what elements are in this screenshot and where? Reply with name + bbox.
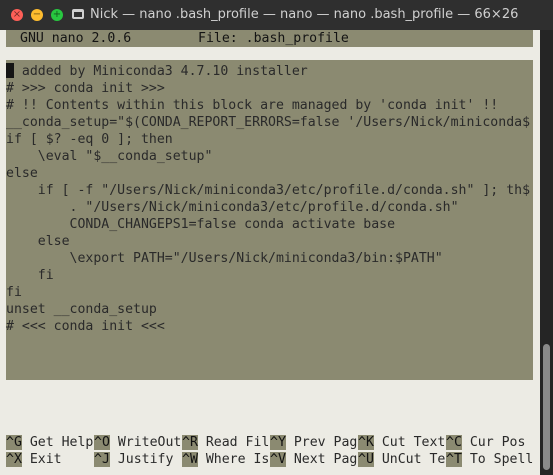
shortcut-key: ^Y — [270, 435, 286, 450]
shortcut-label: Where Is — [205, 452, 270, 467]
shortcut-spacer — [462, 435, 470, 450]
editor-line[interactable]: fi — [6, 284, 22, 301]
shortcut-label: Cut Text — [381, 435, 446, 450]
shortcut-label: Next Pag — [293, 452, 358, 467]
title-bar[interactable]: × − + Nick — nano .bash_profile — nano —… — [0, 0, 553, 31]
shortcut-row1-0[interactable]: ^G Get Help — [6, 434, 93, 451]
terminal-content[interactable]: GNU nano 2.0.6 File: .bash_profile # add… — [0, 30, 540, 475]
editor-line[interactable]: if [ $? -eq 0 ]; then — [6, 131, 173, 148]
shortcut-key: ^K — [358, 435, 374, 450]
shortcut-row2-0[interactable]: ^X Exit — [6, 451, 62, 468]
shortcut-spacer — [286, 435, 294, 450]
editor-line[interactable]: CONDA_CHANGEPS1=false conda activate bas… — [6, 216, 396, 233]
shortcut-spacer — [374, 452, 382, 467]
shortcut-label: Cur Pos — [469, 435, 526, 450]
editor-line[interactable]: # added by Miniconda3 4.7.10 installer — [6, 63, 308, 80]
file-name: File: .bash_profile — [198, 31, 349, 46]
shortcut-label: Prev Pag — [293, 435, 358, 450]
shortcut-key: ^J — [94, 452, 110, 467]
editor-line[interactable]: # <<< conda init <<< — [6, 318, 165, 335]
editor-line[interactable]: if [ -f "/Users/Nick/miniconda3/etc/prof… — [6, 182, 530, 199]
maximize-icon: + — [52, 9, 62, 20]
shortcut-key: ^R — [182, 435, 198, 450]
minimize-button[interactable]: − — [31, 9, 43, 21]
editor-line[interactable]: # >>> conda init >>> — [6, 80, 165, 97]
window-title: Nick — nano .bash_profile — nano — nano … — [90, 7, 519, 22]
shortcut-spacer — [110, 452, 118, 467]
shortcut-key: ^V — [270, 452, 286, 467]
shortcut-spacer — [462, 452, 470, 467]
shortcut-row2-4[interactable]: ^U UnCut Te — [358, 451, 445, 468]
editor-line[interactable]: unset __conda_setup — [6, 301, 157, 318]
scrollbar[interactable] — [540, 30, 553, 475]
shortcut-key: ^X — [6, 452, 22, 467]
shortcut-label: Justify — [117, 452, 174, 467]
shortcut-spacer — [22, 435, 30, 450]
shortcut-label: Exit — [29, 452, 62, 467]
maximize-button[interactable]: + — [51, 9, 63, 21]
shortcut-spacer — [110, 435, 118, 450]
editor-line[interactable]: else — [6, 165, 38, 182]
shortcut-key: ^G — [6, 435, 22, 450]
scrollbar-thumb[interactable] — [543, 344, 550, 470]
shortcut-label: To Spell — [469, 452, 534, 467]
editor-line[interactable]: \export PATH="/Users/Nick/miniconda3/bin… — [6, 250, 443, 267]
minimize-icon: − — [32, 9, 42, 20]
shortcut-spacer — [22, 452, 30, 467]
shortcut-key: ^W — [182, 452, 198, 467]
shortcut-row1-5[interactable]: ^C Cur Pos — [446, 434, 525, 451]
shortcut-label: WriteOut — [117, 435, 182, 450]
shortcut-row1-2[interactable]: ^R Read Fil — [182, 434, 269, 451]
shortcut-label: UnCut Te — [381, 452, 446, 467]
editor-line[interactable]: . "/Users/Nick/miniconda3/etc/profile.d/… — [6, 199, 459, 216]
text-cursor — [6, 63, 14, 78]
shortcut-key: ^C — [446, 435, 462, 450]
nano-version: GNU nano 2.0.6 — [20, 31, 132, 46]
editor-line[interactable]: else — [6, 233, 70, 250]
shortcut-row2-3[interactable]: ^V Next Pag — [270, 451, 357, 468]
shortcut-key: ^T — [446, 452, 462, 467]
shortcut-spacer — [374, 435, 382, 450]
editor-line[interactable]: __conda_setup="$(CONDA_REPORT_ERRORS=fal… — [6, 114, 530, 131]
shortcut-row1-1[interactable]: ^O WriteOut — [94, 434, 181, 451]
shortcut-row2-1[interactable]: ^J Justify — [94, 451, 173, 468]
shortcut-spacer — [198, 452, 206, 467]
folder-icon — [72, 9, 84, 19]
shortcut-row2-2[interactable]: ^W Where Is — [182, 451, 269, 468]
editor-line[interactable]: \eval "$__conda_setup" — [6, 148, 213, 165]
close-button[interactable]: × — [11, 9, 23, 21]
shortcut-label: Read Fil — [205, 435, 270, 450]
terminal-window: × − + Nick — nano .bash_profile — nano —… — [0, 0, 553, 475]
shortcut-spacer — [286, 452, 294, 467]
shortcut-label: Get Help — [29, 435, 94, 450]
shortcut-row1-3[interactable]: ^Y Prev Pag — [270, 434, 357, 451]
shortcut-spacer — [198, 435, 206, 450]
nano-header: GNU nano 2.0.6 File: .bash_profile — [6, 30, 533, 47]
shortcut-key: ^U — [358, 452, 374, 467]
shortcut-key: ^O — [94, 435, 110, 450]
editor-line[interactable]: # !! Contents within this block are mana… — [6, 97, 498, 114]
editor-line[interactable]: fi — [6, 267, 54, 284]
close-icon: × — [12, 9, 22, 20]
shortcut-row2-5[interactable]: ^T To Spell — [446, 451, 533, 468]
shortcut-row1-4[interactable]: ^K Cut Text — [358, 434, 445, 451]
